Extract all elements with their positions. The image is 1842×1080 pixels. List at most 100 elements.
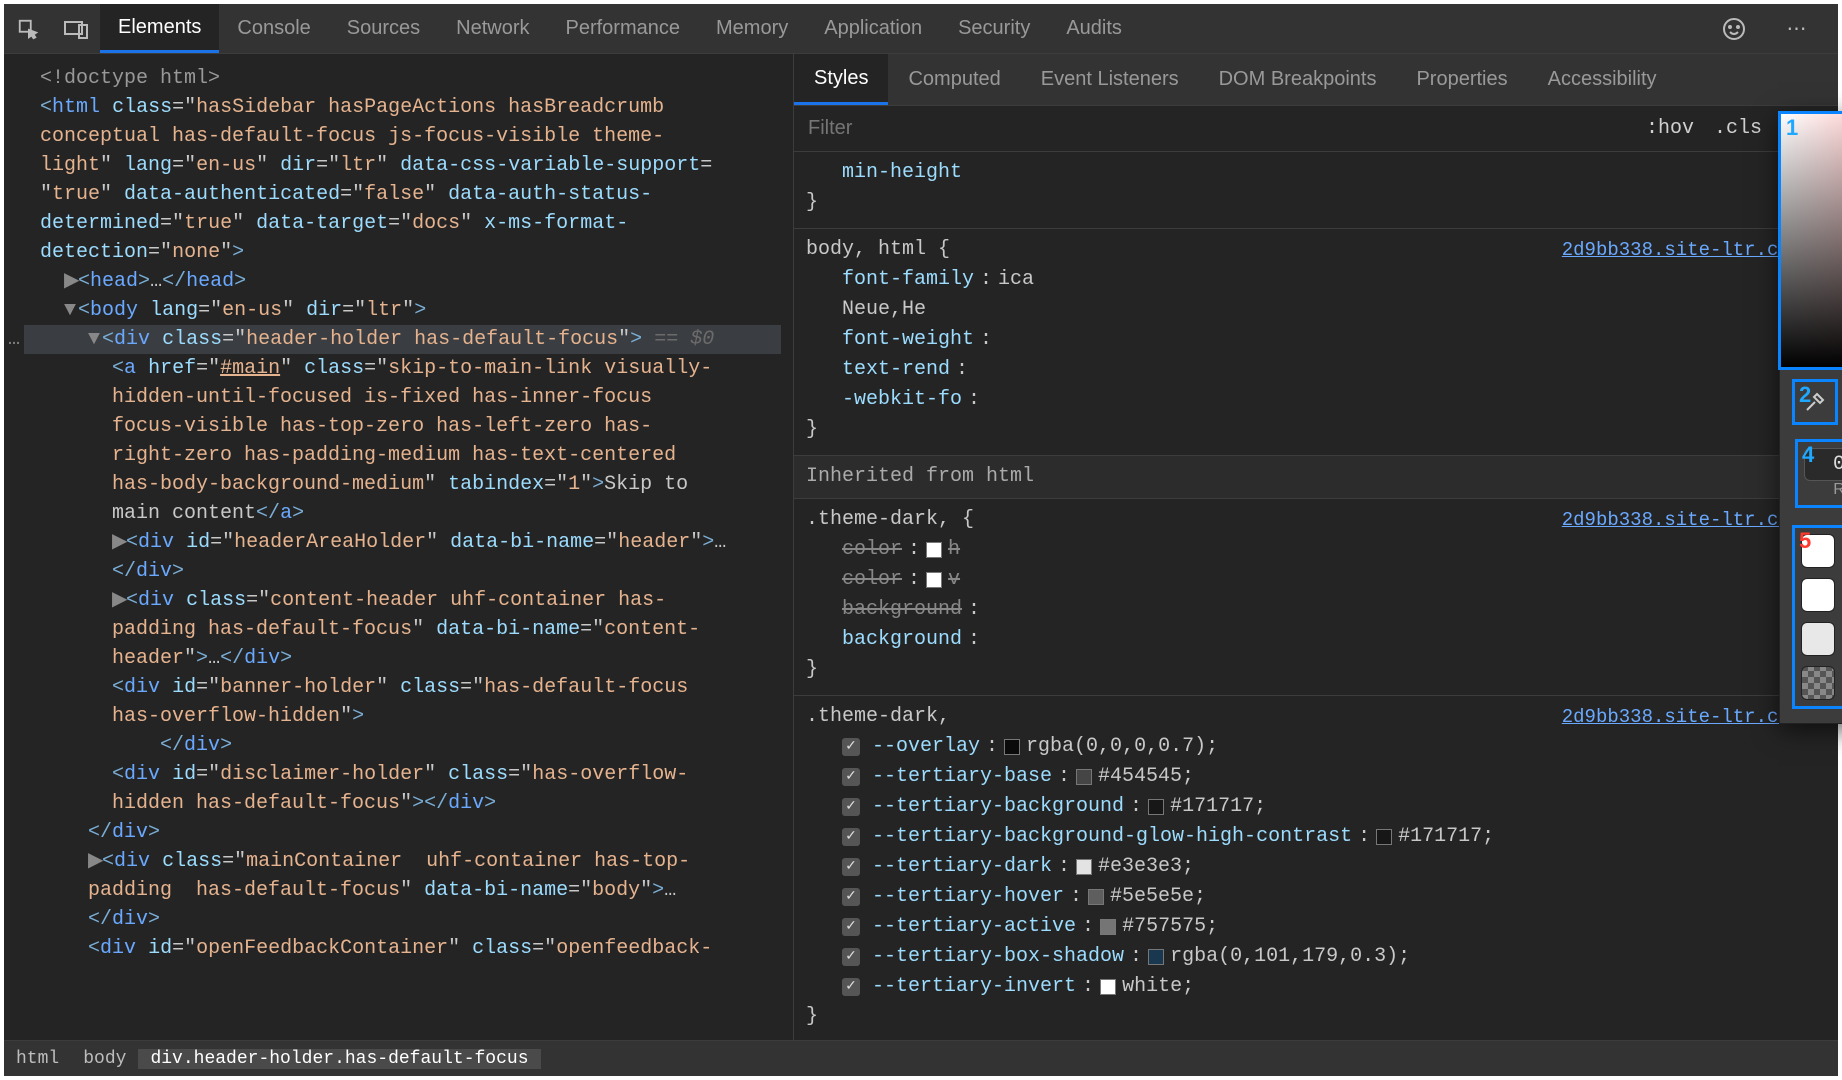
color-swatch-icon[interactable] bbox=[1100, 919, 1116, 935]
dom-node-line[interactable]: has-body-background-medium" tabindex="1"… bbox=[16, 470, 781, 499]
dom-node-line[interactable]: right-zero has-padding-medium has-text-c… bbox=[16, 441, 781, 470]
device-toolbar-icon[interactable] bbox=[60, 13, 92, 45]
dom-node-line[interactable]: hidden-until-focused is-fixed has-inner-… bbox=[16, 383, 781, 412]
style-rules-list[interactable]: min-height}2d9bb338.site-ltr.css:2body, … bbox=[794, 152, 1838, 1048]
inspect-element-icon[interactable] bbox=[12, 13, 44, 45]
style-declaration[interactable]: background: bbox=[806, 625, 1826, 655]
dom-node-line[interactable]: <html class="hasSidebar hasPageActions h… bbox=[16, 93, 781, 122]
style-declaration[interactable]: ✓--tertiary-hover: #5e5e5e; bbox=[806, 882, 1826, 912]
panel-tab-application[interactable]: Application bbox=[806, 4, 940, 53]
dom-node-line[interactable]: </div> bbox=[16, 818, 781, 847]
dom-node-line[interactable]: <div id="openFeedbackContainer" class="o… bbox=[16, 934, 781, 963]
color-swatch-icon[interactable] bbox=[1376, 829, 1392, 845]
toggle-declaration-checkbox[interactable]: ✓ bbox=[842, 948, 860, 966]
color-swatch-icon[interactable] bbox=[1076, 769, 1092, 785]
color-swatch-icon[interactable] bbox=[926, 572, 942, 588]
dom-node-line[interactable]: padding has-default-focus" data-bi-name=… bbox=[16, 615, 781, 644]
styles-subtab-dom-breakpoints[interactable]: DOM Breakpoints bbox=[1199, 54, 1397, 105]
dom-node-line[interactable]: has-overflow-hidden"> bbox=[16, 702, 781, 731]
style-declaration[interactable]: ✓--tertiary-background: #171717; bbox=[806, 792, 1826, 822]
style-rule[interactable]: min-height} bbox=[794, 152, 1838, 229]
toggle-cls-button[interactable]: .cls bbox=[1704, 117, 1772, 140]
style-declaration[interactable]: ✓--overlay: rgba(0,0,0,0.7); bbox=[806, 732, 1826, 762]
style-declaration[interactable]: text-rend: bbox=[806, 355, 1826, 385]
skip-link-href[interactable]: #main bbox=[220, 357, 280, 380]
eyedropper-button[interactable]: 2 bbox=[1792, 379, 1838, 425]
toggle-declaration-checkbox[interactable]: ✓ bbox=[842, 768, 860, 786]
dom-node-line[interactable]: light" lang="en-us" dir="ltr" data-css-v… bbox=[16, 151, 781, 180]
dom-node-line[interactable]: main content</a> bbox=[16, 499, 781, 528]
dom-node-line[interactable]: focus-visible has-top-zero has-left-zero… bbox=[16, 412, 781, 441]
panel-tab-audits[interactable]: Audits bbox=[1048, 4, 1140, 53]
panel-tab-console[interactable]: Console bbox=[219, 4, 328, 53]
panel-tab-memory[interactable]: Memory bbox=[698, 4, 806, 53]
styles-subtab-computed[interactable]: Computed bbox=[888, 54, 1020, 105]
style-rule[interactable]: 2d9bb338.site-ltr.css:2body, html {font-… bbox=[794, 229, 1838, 456]
style-declaration[interactable]: ✓--tertiary-background-glow-high-contras… bbox=[806, 822, 1826, 852]
style-declaration[interactable]: color: v bbox=[806, 565, 1826, 595]
panel-tab-elements[interactable]: Elements bbox=[100, 4, 219, 53]
styles-subtab-event-listeners[interactable]: Event Listeners bbox=[1021, 54, 1199, 105]
style-declaration[interactable]: ✓--tertiary-active: #757575; bbox=[806, 912, 1826, 942]
style-rule[interactable]: 2d9bb338.site-ltr.css:2.theme-dark,✓--ov… bbox=[794, 696, 1838, 1043]
breadcrumb-item[interactable]: body bbox=[71, 1049, 138, 1069]
styles-filter-input[interactable] bbox=[794, 117, 1636, 140]
style-rule[interactable]: 2d9bb338.site-ltr.css:2.theme-dark, {col… bbox=[794, 499, 1838, 696]
color-swatch-icon[interactable] bbox=[926, 542, 942, 558]
color-swatch-icon[interactable] bbox=[1148, 949, 1164, 965]
toggle-declaration-checkbox[interactable]: ✓ bbox=[842, 738, 860, 756]
panel-tab-security[interactable]: Security bbox=[940, 4, 1048, 53]
toggle-declaration-checkbox[interactable]: ✓ bbox=[842, 798, 860, 816]
palette-swatch[interactable] bbox=[1801, 578, 1835, 612]
dom-node-line[interactable]: hidden has-default-focus"></div> bbox=[16, 789, 781, 818]
dom-node-line[interactable]: determined="true" data-target="docs" x-m… bbox=[16, 209, 781, 238]
toggle-declaration-checkbox[interactable]: ✓ bbox=[842, 978, 860, 996]
breadcrumb-item[interactable]: div.header-holder.has-default-focus bbox=[138, 1049, 540, 1069]
styles-subtab-properties[interactable]: Properties bbox=[1396, 54, 1527, 105]
dom-tree-panel[interactable]: <!doctype html> <html class="hasSidebar … bbox=[4, 54, 794, 1048]
style-declaration[interactable]: ✓--tertiary-box-shadow: rgba(0,101,179,0… bbox=[806, 942, 1826, 972]
breadcrumb-item[interactable]: html bbox=[4, 1049, 71, 1069]
color-swatch-icon[interactable] bbox=[1100, 979, 1116, 995]
style-declaration[interactable]: color: h bbox=[806, 535, 1826, 565]
dom-node-line[interactable]: ▶<div id="headerAreaHolder" data-bi-name… bbox=[16, 528, 781, 557]
color-swatch-icon[interactable] bbox=[1088, 889, 1104, 905]
styles-subtab-accessibility[interactable]: Accessibility bbox=[1528, 54, 1677, 105]
palette-swatch[interactable] bbox=[1801, 666, 1835, 700]
styles-subtab-styles[interactable]: Styles bbox=[794, 54, 888, 105]
dom-node-line[interactable]: ▶<div class="content-header uhf-containe… bbox=[16, 586, 781, 615]
dom-node-line[interactable]: conceptual has-default-focus js-focus-vi… bbox=[16, 122, 781, 151]
toggle-hov-button[interactable]: :hov bbox=[1636, 117, 1704, 140]
dom-node-line[interactable]: <div id="disclaimer-holder" class="has-o… bbox=[16, 760, 781, 789]
palette-swatch[interactable] bbox=[1801, 622, 1835, 656]
color-r-input[interactable] bbox=[1804, 448, 1842, 481]
dom-node-line[interactable]: ▶<head>…</head> bbox=[16, 267, 781, 296]
dom-node-line[interactable]: <div id="banner-holder" class="has-defau… bbox=[16, 673, 781, 702]
dom-node-line[interactable]: "true" data-authenticated="false" data-a… bbox=[16, 180, 781, 209]
panel-tab-network[interactable]: Network bbox=[438, 4, 547, 53]
feedback-icon[interactable] bbox=[1718, 13, 1750, 45]
color-swatch-icon[interactable] bbox=[1004, 739, 1020, 755]
saturation-field[interactable]: 1 bbox=[1780, 113, 1842, 368]
style-declaration[interactable]: background: bbox=[806, 595, 1826, 625]
color-swatch-icon[interactable] bbox=[1148, 799, 1164, 815]
toggle-declaration-checkbox[interactable]: ✓ bbox=[842, 858, 860, 876]
style-declaration[interactable]: font-family: ica bbox=[806, 265, 1826, 295]
style-declaration[interactable]: font-weight: bbox=[806, 325, 1826, 355]
toggle-declaration-checkbox[interactable]: ✓ bbox=[842, 828, 860, 846]
more-options-icon[interactable]: ⋯ bbox=[1782, 13, 1814, 45]
style-declaration[interactable]: ✓--tertiary-base: #454545; bbox=[806, 762, 1826, 792]
toggle-declaration-checkbox[interactable]: ✓ bbox=[842, 888, 860, 906]
style-declaration[interactable]: ✓--tertiary-dark: #e3e3e3; bbox=[806, 852, 1826, 882]
dom-node-line[interactable]: <!doctype html> bbox=[16, 64, 781, 93]
dom-node-line[interactable]: detection="none"> bbox=[16, 238, 781, 267]
dom-node-line[interactable]: padding has-default-focus" data-bi-name=… bbox=[16, 876, 781, 905]
panel-tab-sources[interactable]: Sources bbox=[329, 4, 438, 53]
dom-node-line[interactable]: </div> bbox=[16, 905, 781, 934]
dom-node-line[interactable]: header">…</div> bbox=[16, 644, 781, 673]
style-declaration[interactable]: ✓--tertiary-invert: white; bbox=[806, 972, 1826, 1002]
dom-node-line[interactable]: <a href="#main" class="skip-to-main-link… bbox=[16, 354, 781, 383]
dom-node-line[interactable]: </div> bbox=[16, 731, 781, 760]
style-declaration[interactable]: -webkit-fo: bbox=[806, 385, 1826, 415]
dom-node-line[interactable]: ▼<body lang="en-us" dir="ltr"> bbox=[16, 296, 781, 325]
